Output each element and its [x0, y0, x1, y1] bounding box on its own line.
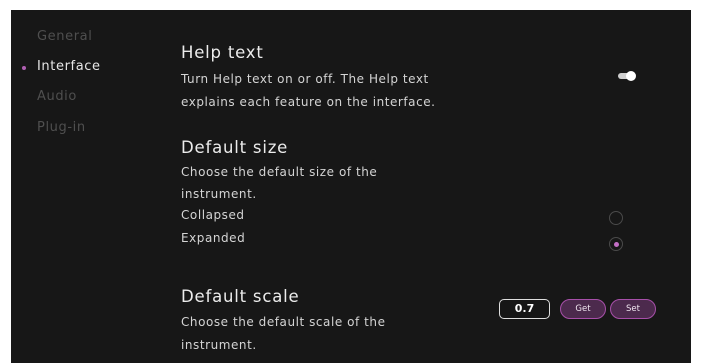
default-size-title: Default size: [181, 138, 289, 157]
help-text-title: Help text: [181, 43, 264, 62]
active-indicator-dot: [22, 66, 26, 70]
set-scale-button[interactable]: Set: [610, 299, 656, 319]
size-option-collapsed-label: Collapsed: [181, 208, 245, 222]
get-scale-button[interactable]: Get: [560, 299, 606, 319]
sidebar-item-plug-in[interactable]: Plug-in: [37, 120, 86, 135]
default-scale-description-line-2: instrument.: [181, 338, 257, 352]
sidebar-item-general[interactable]: General: [37, 29, 92, 44]
sidebar-item-audio[interactable]: Audio: [37, 89, 77, 104]
default-scale-input[interactable]: 0.7: [499, 299, 550, 319]
default-scale-title: Default scale: [181, 287, 300, 306]
toggle-knob: [626, 71, 636, 81]
default-size-description-line-2: instrument.: [181, 187, 257, 201]
default-scale-description-line-1: Choose the default scale of the: [181, 315, 386, 329]
size-option-expanded-radio[interactable]: [609, 237, 623, 251]
help-text-description-line-2: explains each feature on the interface.: [181, 95, 436, 109]
settings-panel: General Interface Audio Plug-in Help tex…: [11, 10, 691, 363]
help-text-description-line-1: Turn Help text on or off. The Help text: [181, 72, 429, 86]
size-option-expanded-label: Expanded: [181, 231, 246, 245]
help-text-toggle[interactable]: [618, 71, 636, 81]
sidebar-item-interface[interactable]: Interface: [37, 59, 101, 74]
size-option-collapsed-radio[interactable]: [609, 211, 623, 225]
default-size-description-line-1: Choose the default size of the: [181, 165, 378, 179]
